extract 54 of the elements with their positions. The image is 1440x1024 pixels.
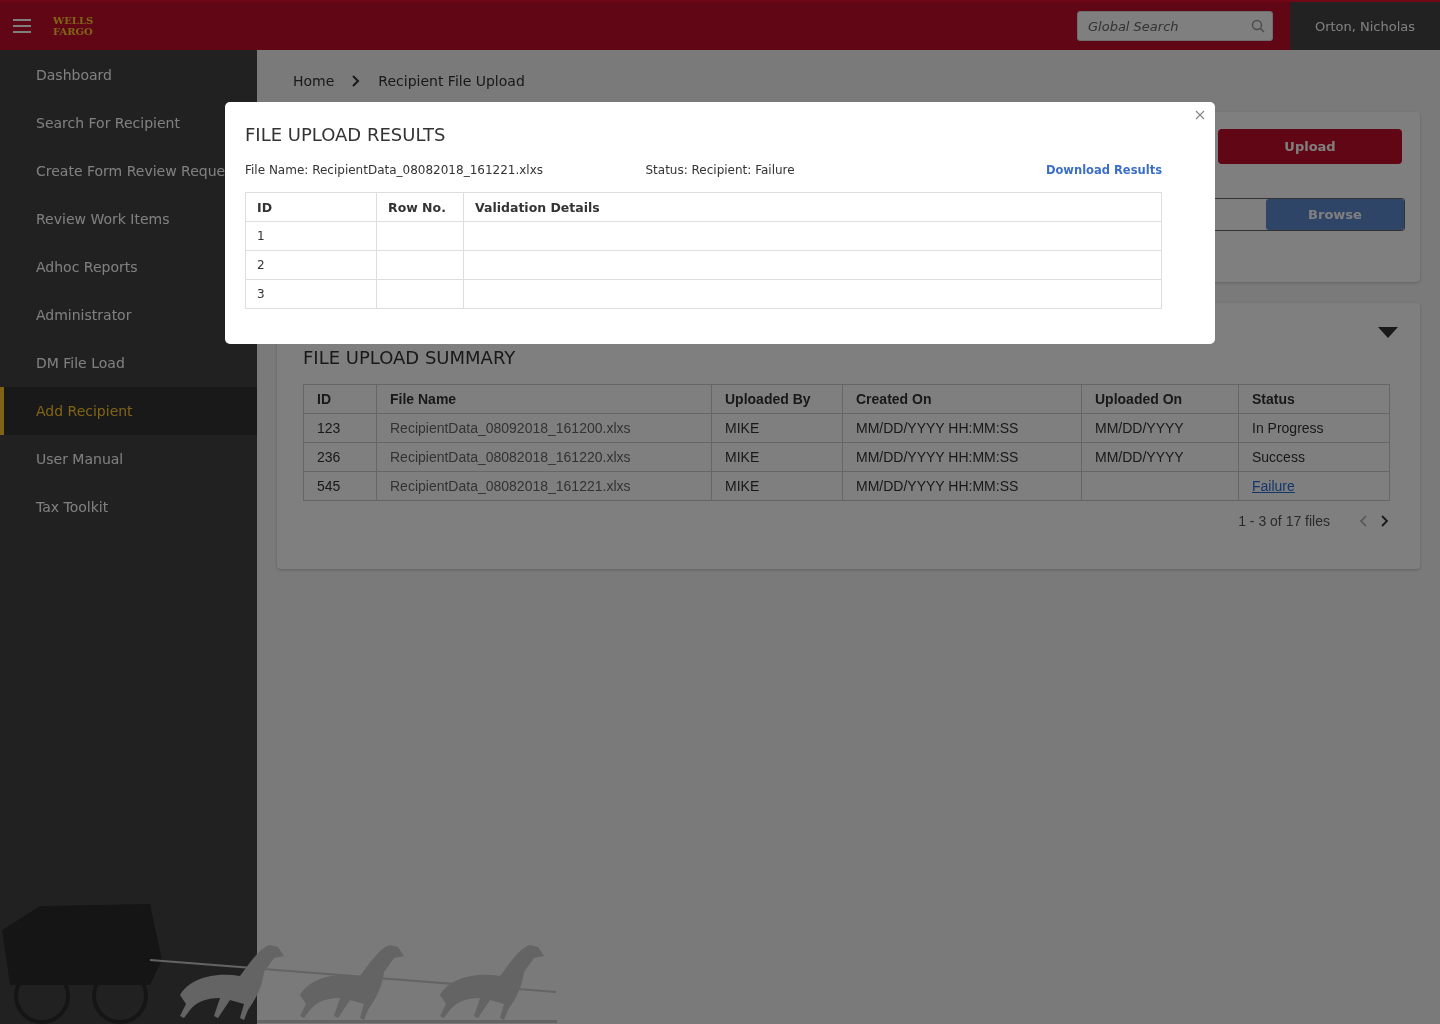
chevron-right-icon — [352, 75, 361, 87]
section-title: FILE UPLOAD SUMMARY — [303, 348, 516, 368]
status-link[interactable]: Failure — [1252, 478, 1295, 494]
table-cell: MM/DD/YYYY HH:MM:SS — [842, 413, 1082, 443]
column-header: Row No. — [376, 192, 464, 222]
table-cell: 123 — [303, 413, 377, 443]
table-cell: MIKE — [711, 471, 843, 501]
column-header: Created On — [842, 384, 1082, 414]
sidebar-item[interactable]: Tax Toolkit — [0, 483, 257, 531]
table-cell: MIKE — [711, 413, 843, 443]
table-cell: RecipientData_08082018_161221.xlxs — [376, 471, 712, 501]
download-results-link[interactable]: Download Results — [1045, 163, 1162, 177]
close-icon[interactable] — [1193, 108, 1207, 122]
column-header: Validation Details — [463, 192, 1162, 222]
table-cell: MM/DD/YYYY — [1081, 413, 1239, 443]
table-cell: 1 — [245, 221, 377, 251]
user-name[interactable]: Orton, Nicholas — [1290, 2, 1440, 50]
sidebar-item[interactable]: Add Recipient — [0, 387, 257, 435]
search-field[interactable]: Global Search — [1077, 11, 1273, 41]
file-name-text: File Name: RecipientData_08082018_161221.xlxs — [245, 163, 545, 177]
table-cell: MM/DD/YYYY HH:MM:SS — [842, 442, 1082, 472]
logo: WELLS FARGO — [53, 15, 94, 37]
previous-icon[interactable] — [1358, 514, 1370, 528]
table-cell: In Progress — [1238, 413, 1390, 443]
browse-button[interactable]: Browse — [1266, 199, 1404, 230]
dialog-title: FILE UPLOAD RESULTS — [245, 124, 447, 145]
column-header: ID — [245, 192, 377, 222]
table-cell: 3 — [245, 279, 377, 309]
menu-icon[interactable] — [13, 19, 31, 33]
column-header: Uploaded By — [711, 384, 843, 414]
breadcrumb-link[interactable]: Home — [293, 73, 335, 89]
table-cell: MIKE — [711, 442, 843, 472]
table-cell: Success — [1238, 442, 1390, 472]
table-cell: 2 — [245, 250, 377, 280]
upload-button[interactable]: Upload — [1218, 129, 1402, 164]
sidebar-item[interactable]: DM File Load — [0, 339, 257, 387]
caret-icon[interactable] — [1378, 327, 1398, 339]
next-icon[interactable] — [1378, 514, 1390, 528]
column-header: ID — [303, 384, 377, 414]
pagination-text: 1 - 3 of 17 files — [1238, 513, 1330, 529]
search-icon — [1251, 19, 1265, 33]
table-cell: 545 — [303, 471, 377, 501]
column-header: Status — [1238, 384, 1390, 414]
status-text: Status: Recipient: Failure — [645, 163, 796, 177]
table-cell: MM/DD/YYYY HH:MM:SS — [842, 471, 1082, 501]
table-cell: MM/DD/YYYY — [1081, 442, 1239, 472]
table-cell: RecipientData_08082018_161220.xlxs — [376, 442, 712, 472]
table-cell: 236 — [303, 442, 377, 472]
column-header: Uploaded On — [1081, 384, 1239, 414]
column-header: File Name — [376, 384, 712, 414]
sidebar-item[interactable]: Dashboard — [0, 51, 257, 99]
breadcrumb-current[interactable]: Recipient File Upload — [378, 73, 525, 89]
table-cell: RecipientData_08092018_161200.xlxs — [376, 413, 712, 443]
sidebar-item[interactable]: User Manual — [0, 435, 257, 483]
